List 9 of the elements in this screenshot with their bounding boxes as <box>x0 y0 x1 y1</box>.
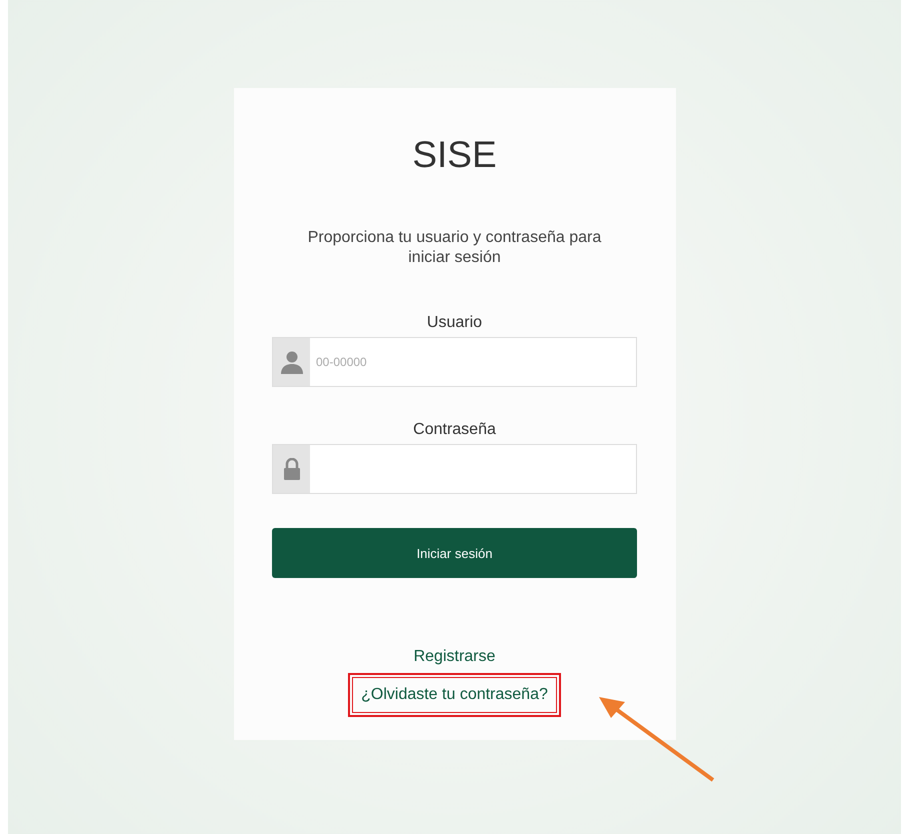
field-label: Usuario <box>426 314 482 332</box>
app-title: SISE <box>412 134 497 176</box>
field-label: Contraseña <box>413 421 496 439</box>
user-icon <box>280 350 304 374</box>
link[interactable]: Registrarse <box>414 648 496 666</box>
login-button[interactable]: Iniciar sesión <box>272 528 637 578</box>
instructions-text: Proporciona tu usuario y contraseña para iniciar sesión <box>306 228 602 268</box>
lock-icon <box>282 458 300 480</box>
highlighted-link[interactable]: ¿Olvidaste tu contraseña? <box>349 674 560 716</box>
